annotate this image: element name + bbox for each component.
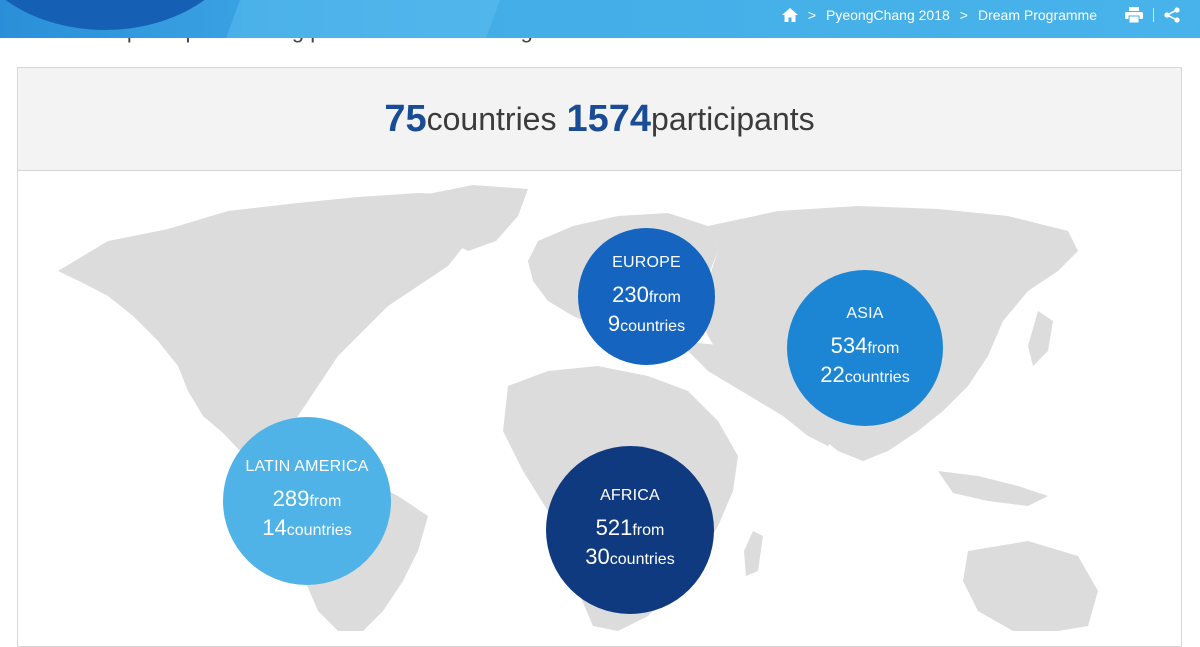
region-bubble-latin-america: LATIN AMERICA 289from 14countries bbox=[223, 417, 391, 585]
region-participants: 230 bbox=[612, 281, 649, 307]
region-from-label: from bbox=[867, 340, 900, 357]
region-name: AFRICA bbox=[600, 487, 660, 504]
share-icon[interactable] bbox=[1164, 7, 1180, 23]
region-from-label: from bbox=[632, 522, 665, 539]
region-bubble-asia: ASIA 534from 22countries bbox=[787, 270, 943, 426]
participants-label: participants bbox=[651, 100, 815, 137]
header-decoration bbox=[0, 0, 250, 30]
region-countries: 9 bbox=[607, 310, 621, 336]
region-countries: 22 bbox=[820, 362, 845, 387]
participants-count: 1574 bbox=[566, 97, 652, 140]
region-countries-label: countries bbox=[620, 317, 686, 335]
top-bar: > PyeongChang 2018 > Dream Programme bbox=[0, 0, 1200, 38]
breadcrumb: > PyeongChang 2018 > Dream Programme bbox=[781, 0, 1180, 30]
region-countries: 30 bbox=[585, 544, 610, 569]
region-from-label: from bbox=[648, 288, 681, 306]
region-participants: 289 bbox=[272, 486, 310, 511]
region-countries-label: countries bbox=[286, 522, 352, 539]
home-icon[interactable] bbox=[781, 8, 798, 22]
region-bubble-africa: AFRICA 521from 30countries bbox=[546, 446, 714, 614]
region-bubble-europe: EUROPE 230from 9countries bbox=[578, 228, 715, 365]
breadcrumb-item-pyeongchang[interactable]: PyeongChang 2018 bbox=[826, 7, 950, 23]
region-name: ASIA bbox=[846, 305, 884, 322]
countries-label: countries bbox=[426, 100, 557, 137]
map-madagascar bbox=[744, 531, 763, 576]
summary-header: 75 countries 1574 participants bbox=[18, 68, 1181, 171]
toolbar-divider bbox=[1153, 8, 1154, 22]
map-japan bbox=[1028, 311, 1053, 366]
region-participants: 521 bbox=[595, 515, 633, 540]
breadcrumb-item-dream-programme[interactable]: Dream Programme bbox=[978, 7, 1097, 23]
print-icon[interactable] bbox=[1125, 7, 1143, 23]
breadcrumb-separator: > bbox=[959, 7, 968, 23]
map-australia bbox=[963, 541, 1098, 631]
map-indonesia bbox=[938, 471, 1048, 506]
region-countries: 14 bbox=[262, 515, 287, 540]
region-name: EUROPE bbox=[612, 253, 681, 271]
region-name: LATIN AMERICA bbox=[245, 458, 369, 475]
region-countries-label: countries bbox=[609, 551, 675, 568]
region-from-label: from bbox=[309, 493, 342, 510]
region-participants: 534 bbox=[830, 333, 868, 358]
header-decoration-stripe bbox=[218, 0, 522, 38]
countries-count: 75 bbox=[384, 97, 427, 140]
breadcrumb-separator: > bbox=[807, 7, 816, 23]
region-countries-label: countries bbox=[844, 369, 910, 386]
